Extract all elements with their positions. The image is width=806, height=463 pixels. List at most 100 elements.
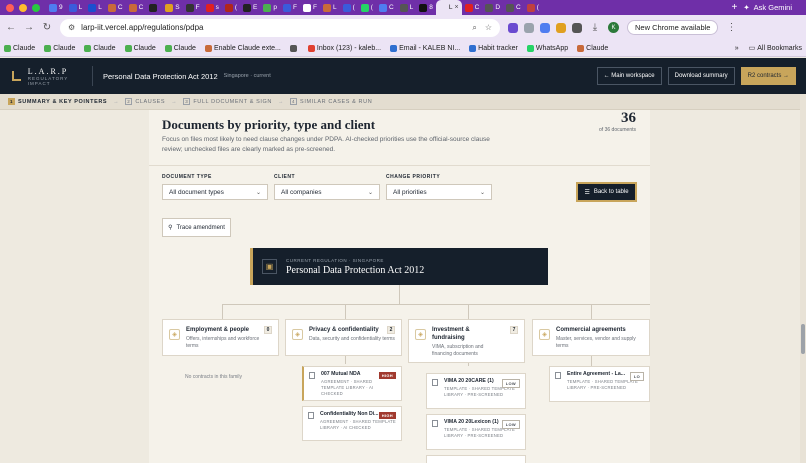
document-card[interactable] [426, 455, 526, 463]
bookmark-item[interactable]: Claude [84, 44, 116, 52]
bookmark-item[interactable]: Email - KALEB NI... [390, 44, 460, 52]
step-item[interactable]: 1 SUMMARY & KEY POINTERS [8, 98, 107, 105]
minimize-window-button[interactable] [19, 3, 27, 12]
change-priority-select[interactable]: All priorities ⌄ [386, 184, 492, 200]
extension-icon[interactable] [540, 22, 550, 33]
client-select[interactable]: All companies ⌄ [274, 184, 380, 200]
bookmark-item[interactable]: Enable Claude exte... [204, 44, 281, 52]
new-tab-button[interactable]: + [726, 2, 744, 13]
browser-tab[interactable]: ( [358, 0, 376, 15]
bookmark-item[interactable]: Claude [4, 44, 35, 52]
category-employment[interactable]: ◈ Employment & people Offers, internship… [162, 319, 279, 356]
tab-label: s [215, 4, 219, 11]
larp-logo[interactable]: L.A.R.P REGULATORY IMPACT [10, 67, 92, 86]
bookmark-item[interactable]: Habit tracker [469, 44, 518, 52]
regulation-title: Personal Data Protection Act 2012 [103, 71, 218, 81]
document-meta: AGREEMENT · SHARED TEMPLATE LIBRARY · AI… [320, 419, 396, 430]
document-card[interactable]: 007 Mutual NDA AGREEMENT · SHARED TEMPLA… [302, 366, 402, 401]
step-number: 2 [125, 98, 133, 105]
close-window-button[interactable] [6, 3, 14, 12]
category-privacy[interactable]: ◈ Privacy & confidentiality Data, securi… [285, 319, 402, 356]
browser-tab[interactable]: ( [524, 0, 542, 15]
trace-amendment-button[interactable]: ⚲ Trace amendment [162, 218, 231, 237]
page-scrollbar[interactable] [800, 94, 806, 463]
all-bookmarks-label: All Bookmarks [757, 44, 802, 52]
category-title: Investment & fundraising [432, 327, 470, 341]
bookmark-item[interactable]: Claude [577, 44, 608, 52]
browser-tab[interactable]: C [126, 0, 147, 15]
site-info-icon[interactable]: ⚙ [68, 23, 75, 32]
category-title: Privacy & confidentiality [309, 327, 379, 333]
browser-tab[interactable]: D [482, 0, 503, 15]
browser-tab[interactable]: C [105, 0, 126, 15]
browser-tab[interactable]: F [300, 0, 320, 15]
browser-tab[interactable] [146, 0, 162, 15]
tab-label: C [388, 4, 394, 11]
reload-icon[interactable]: ↻ [42, 22, 52, 33]
browser-tab[interactable]: L [320, 0, 340, 15]
bookmark-item[interactable]: Inbox (123) - kaleb... [307, 44, 381, 52]
category-investment[interactable]: ◈ Investment & fundraising VIMA, subscri… [408, 319, 525, 363]
browser-tab[interactable]: L [66, 0, 86, 15]
trace-amendment-label: Trace amendment [176, 224, 225, 231]
connector-line [345, 304, 346, 319]
browser-tab[interactable]: L [85, 0, 105, 15]
close-tab-icon[interactable]: × [455, 4, 459, 11]
download-icon[interactable]: ⤓ [590, 22, 600, 33]
all-bookmarks-button[interactable]: ▭ All Bookmarks [749, 44, 802, 53]
browser-tab[interactable]: ( [340, 0, 358, 15]
document-card[interactable]: Entire Agreement - La... TEMPLATE · SHAR… [549, 366, 650, 402]
extensions-puzzle-icon[interactable] [572, 22, 582, 33]
back-to-table-button[interactable]: ☰ Back to table [576, 182, 637, 202]
document-type-select[interactable]: All document types ⌄ [162, 184, 268, 200]
zoom-icon[interactable]: ⌕ [472, 23, 476, 33]
bookmark-item[interactable]: Claude [44, 44, 75, 52]
step-item[interactable]: 2 CLAUSES [125, 98, 165, 105]
bookmark-item[interactable]: Claude [124, 44, 156, 52]
back-arrow-icon[interactable]: ← [6, 22, 16, 33]
menu-kebab-icon[interactable]: ⋮ [726, 22, 736, 33]
category-title: Commercial agreements [556, 327, 626, 333]
bookmark-item[interactable]: Claude [164, 44, 196, 52]
browser-tab[interactable]: S [162, 0, 182, 15]
more-bookmarks-icon[interactable]: » [735, 45, 739, 52]
browser-tab[interactable]: s [203, 0, 222, 15]
step-item[interactable]: 3 FULL DOCUMENT & SIGN [183, 98, 272, 105]
regulation-node[interactable]: ▣ CURRENT REGULATION · SINGAPORE Persona… [250, 248, 548, 285]
browser-tab[interactable]: C [462, 0, 483, 15]
browser-tab[interactable]: 8 [416, 0, 436, 15]
browser-tab[interactable]: C [376, 0, 397, 15]
bookmark-star-icon[interactable]: ☆ [485, 23, 492, 33]
browser-tab[interactable]: L × [435, 0, 462, 15]
browser-tab[interactable]: F [183, 0, 203, 15]
select-value: All companies [281, 188, 322, 196]
download-summary-button[interactable]: Download summary [667, 67, 735, 85]
new-chrome-available-button[interactable]: New Chrome available [627, 20, 719, 35]
document-card[interactable]: VIMA 20 20Lexicon (1) TEMPLATE · SHARED … [426, 414, 526, 450]
address-bar[interactable]: ⚙ larp-iit.vercel.app/regulations/pdpa ⌕… [60, 18, 500, 37]
extension-icon[interactable] [524, 22, 534, 33]
bookmark-item[interactable]: WhatsApp [526, 44, 568, 52]
browser-tab[interactable]: L [397, 0, 417, 15]
profile-avatar[interactable]: K [608, 22, 619, 33]
main-workspace-button[interactable]: ← Main workspace [596, 67, 662, 85]
extension-icon[interactable] [556, 22, 566, 33]
browser-tab[interactable]: E [240, 0, 260, 15]
browser-tab[interactable]: ( [222, 0, 240, 15]
bookmark-icon [390, 44, 398, 52]
ask-gemini-button[interactable]: ✦ Ask Gemini [743, 3, 806, 12]
browser-tab[interactable]: C [503, 0, 524, 15]
browser-tab[interactable]: p [260, 0, 280, 15]
browser-tab[interactable]: F [280, 0, 300, 15]
bookmark-item[interactable] [289, 44, 299, 52]
browser-tab[interactable]: 9 [46, 0, 66, 15]
document-card[interactable]: VIMA 20 20CARE (1) TEMPLATE · SHARED TEM… [426, 373, 526, 409]
category-commercial[interactable]: ◈ Commercial agreements Master, services… [532, 319, 650, 356]
forward-arrow-icon[interactable]: → [24, 22, 34, 33]
step-item[interactable]: 4 SIMILAR CASES & RUN [290, 98, 372, 105]
r2-contracts-button[interactable]: R2 contracts → [740, 67, 796, 85]
extension-icon[interactable] [508, 22, 518, 33]
maximize-window-button[interactable] [32, 3, 40, 12]
scrollbar-thumb[interactable] [801, 324, 805, 354]
document-card[interactable]: Confidentiality Non Di... AGREEMENT · SH… [302, 406, 402, 441]
